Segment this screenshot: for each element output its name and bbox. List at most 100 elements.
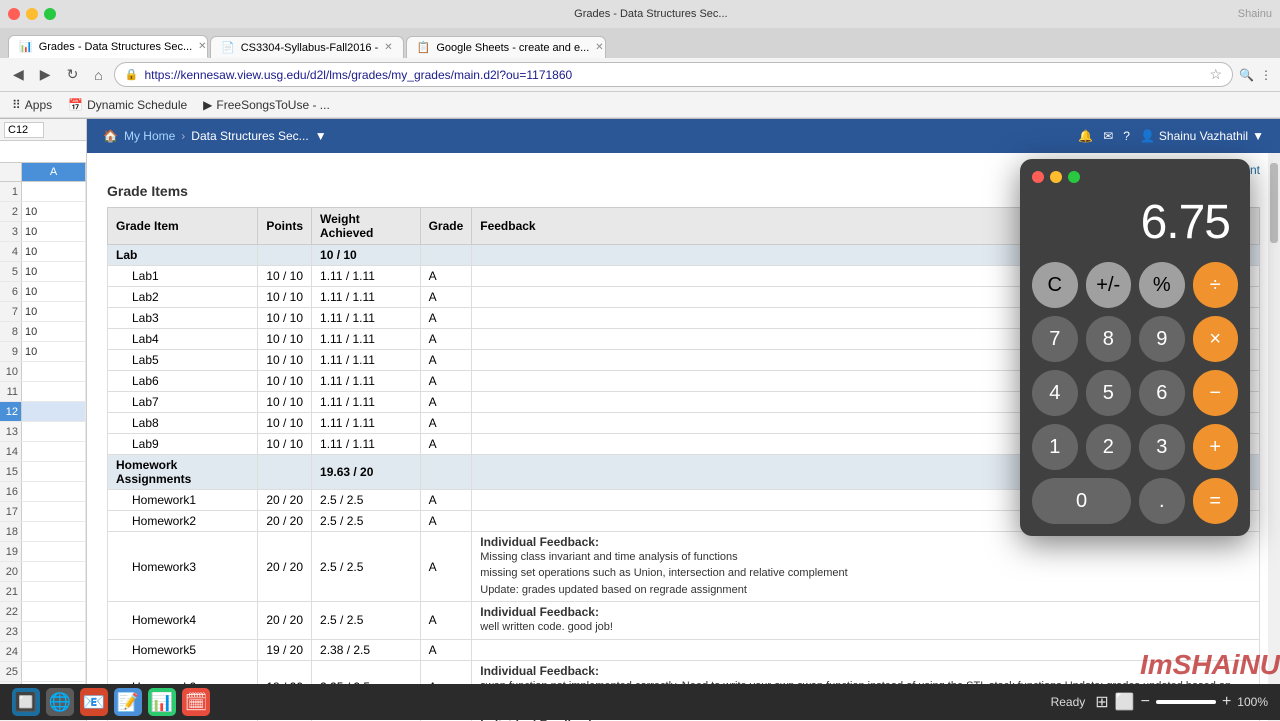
ss-row[interactable]: 19 xyxy=(0,542,86,562)
calc-maximize-button[interactable] xyxy=(1068,171,1080,183)
scroll-bar[interactable] xyxy=(1268,153,1280,721)
calc-key-2[interactable]: 2 xyxy=(1086,424,1132,470)
calc-key-[interactable]: . xyxy=(1139,478,1185,524)
cell-reference-input[interactable] xyxy=(4,122,44,138)
search-icon[interactable]: 🔍 xyxy=(1239,68,1254,82)
calc-key-7[interactable]: 7 xyxy=(1032,316,1078,362)
calc-key-1[interactable]: 1 xyxy=(1032,424,1078,470)
ss-row[interactable]: 710 xyxy=(0,302,86,322)
back-button[interactable]: ◀ xyxy=(8,64,29,85)
alerts-icon[interactable]: 🔔 xyxy=(1078,129,1093,143)
calc-key-0[interactable]: 0 xyxy=(1032,478,1131,524)
calc-close-button[interactable] xyxy=(1032,171,1044,183)
cell-value[interactable]: 10 xyxy=(22,302,86,321)
cell-value[interactable] xyxy=(22,402,86,421)
ss-row[interactable]: 17 xyxy=(0,502,86,522)
calc-key-[interactable]: + xyxy=(1193,424,1239,470)
help-icon[interactable]: ? xyxy=(1123,129,1130,143)
ss-row[interactable]: 910 xyxy=(0,342,86,362)
calc-key-[interactable]: = xyxy=(1193,478,1239,524)
cell-value[interactable] xyxy=(22,422,86,441)
ss-row[interactable]: 10 xyxy=(0,362,86,382)
ss-row[interactable]: 11 xyxy=(0,382,86,402)
calc-key-C[interactable]: C xyxy=(1032,262,1078,308)
ss-row[interactable]: 15 xyxy=(0,462,86,482)
ss-row[interactable]: 23 xyxy=(0,622,86,642)
forward-button[interactable]: ▶ xyxy=(35,64,56,85)
cell-value[interactable]: 10 xyxy=(22,242,86,261)
calc-key-6[interactable]: 6 xyxy=(1139,370,1185,416)
reload-button[interactable]: ↻ xyxy=(62,64,84,85)
ss-row[interactable]: 510 xyxy=(0,262,86,282)
cell-value[interactable] xyxy=(22,622,86,641)
ss-row[interactable]: 12 xyxy=(0,402,86,422)
maximize-window-button[interactable] xyxy=(44,8,56,20)
tab-close-2[interactable]: ✕ xyxy=(384,42,392,53)
ss-row[interactable]: 22 xyxy=(0,602,86,622)
ss-row[interactable]: 25 xyxy=(0,662,86,682)
tab-close-1[interactable]: ✕ xyxy=(198,41,206,52)
calc-key-4[interactable]: 4 xyxy=(1032,370,1078,416)
bookmark-dynamic-schedule[interactable]: 📅 Dynamic Schedule xyxy=(64,97,191,113)
breadcrumb-home[interactable]: My Home xyxy=(124,129,175,143)
ss-row[interactable]: 1 xyxy=(0,182,86,202)
menu-icon[interactable]: ⋮ xyxy=(1260,68,1272,82)
bookmark-apps[interactable]: ⠿ Apps xyxy=(8,97,56,113)
calc-key-5[interactable]: 5 xyxy=(1086,370,1132,416)
cell-value[interactable] xyxy=(22,662,86,681)
ss-row[interactable]: 310 xyxy=(0,222,86,242)
cell-value[interactable] xyxy=(22,362,86,381)
tab-close-3[interactable]: ✕ xyxy=(595,42,603,53)
cell-value[interactable]: 10 xyxy=(22,342,86,361)
taskbar-app-6[interactable]: 🗓 xyxy=(182,688,210,716)
cell-value[interactable]: 10 xyxy=(22,322,86,341)
cell-value[interactable] xyxy=(22,602,86,621)
taskbar-app-4[interactable]: 📝 xyxy=(114,688,142,716)
cell-value[interactable] xyxy=(22,562,86,581)
calc-key-[interactable]: ÷ xyxy=(1193,262,1239,308)
ss-row[interactable]: 810 xyxy=(0,322,86,342)
home-button[interactable]: ⌂ xyxy=(89,65,107,85)
address-bar[interactable]: 🔒 https://kennesaw.view.usg.edu/d2l/lms/… xyxy=(114,62,1233,87)
breadcrumb-dropdown-icon[interactable]: ▼ xyxy=(315,129,327,143)
ss-row[interactable]: 410 xyxy=(0,242,86,262)
taskbar-app-2[interactable]: 🌐 xyxy=(46,688,74,716)
cell-value[interactable]: 10 xyxy=(22,222,86,241)
cell-value[interactable] xyxy=(22,502,86,521)
taskbar-app-finder[interactable]: 🔲 xyxy=(12,688,40,716)
user-menu-button[interactable]: 👤 Shainu Vazhathil ▼ xyxy=(1140,129,1264,143)
taskbar-app-3[interactable]: 📧 xyxy=(80,688,108,716)
ss-row[interactable]: 21 xyxy=(0,582,86,602)
messages-icon[interactable]: ✉ xyxy=(1103,129,1113,143)
cell-value[interactable]: 10 xyxy=(22,202,86,221)
bookmark-icon[interactable]: ☆ xyxy=(1209,66,1222,83)
tab-sheets[interactable]: 📋 Google Sheets - create and e... ✕ xyxy=(406,36,606,58)
bookmark-freesongs[interactable]: ▶ FreeSongsToUse - ... xyxy=(199,97,334,113)
ss-row[interactable]: 14 xyxy=(0,442,86,462)
calc-key-[interactable]: × xyxy=(1193,316,1239,362)
cell-value[interactable] xyxy=(22,462,86,481)
cell-value[interactable] xyxy=(22,382,86,401)
ss-row[interactable]: 20 xyxy=(0,562,86,582)
scroll-thumb[interactable] xyxy=(1270,163,1278,243)
cell-value[interactable] xyxy=(22,482,86,501)
cell-value[interactable] xyxy=(22,582,86,601)
ss-row[interactable]: 13 xyxy=(0,422,86,442)
calc-key-9[interactable]: 9 xyxy=(1139,316,1185,362)
taskbar-app-5[interactable]: 📊 xyxy=(148,688,176,716)
calc-key-[interactable]: % xyxy=(1139,262,1185,308)
ss-row[interactable]: 210 xyxy=(0,202,86,222)
cell-value[interactable]: 10 xyxy=(22,282,86,301)
calc-key-8[interactable]: 8 xyxy=(1086,316,1132,362)
tab-syllabus[interactable]: 📄 CS3304-Syllabus-Fall2016 - ✕ xyxy=(210,36,404,58)
ss-row[interactable]: 16 xyxy=(0,482,86,502)
cell-value[interactable] xyxy=(22,642,86,661)
col-a-header[interactable]: A xyxy=(22,163,86,181)
tab-grades[interactable]: 📊 Grades - Data Structures Sec... ✕ xyxy=(8,35,208,58)
calc-key-[interactable]: +/- xyxy=(1086,262,1132,308)
cell-value[interactable] xyxy=(22,442,86,461)
minimize-window-button[interactable] xyxy=(26,8,38,20)
zoom-slider[interactable] xyxy=(1156,700,1216,704)
ss-row[interactable]: 24 xyxy=(0,642,86,662)
calc-minimize-button[interactable] xyxy=(1050,171,1062,183)
